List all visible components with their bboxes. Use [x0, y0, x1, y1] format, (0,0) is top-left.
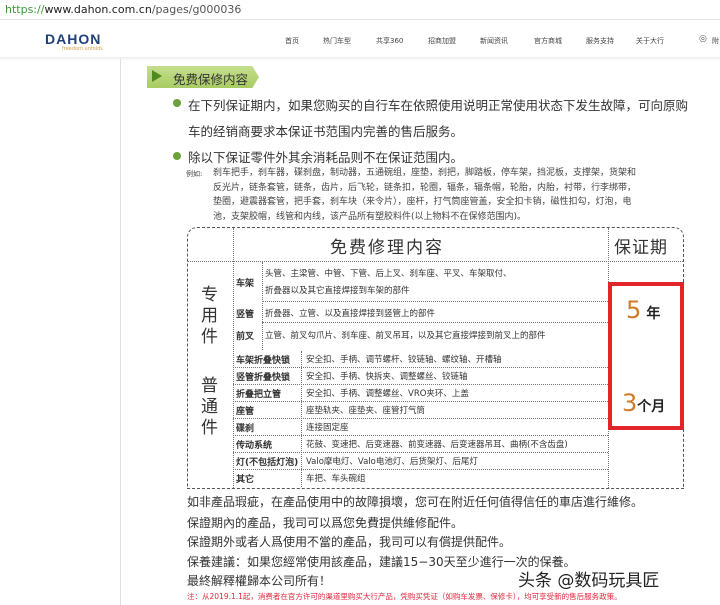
nav-support[interactable]: 服务支持 [586, 36, 614, 46]
row-text: 折叠器以及其它直接焊接到车架的部件 [265, 286, 410, 296]
table-row: 竖管折叠快锁 安全扣、手柄、快拆夹、调整螺丝、铰链轴 [233, 368, 608, 385]
nav-hot-models[interactable]: 热门车型 [323, 36, 351, 46]
location-label[interactable]: 附 [712, 36, 719, 46]
row-label: 传动系统 [236, 441, 273, 451]
row-text: 立管、前叉勾爪片、刹车座、前叉吊耳，以及其它直接焊接到前叉上的部件 [265, 331, 546, 341]
table-row: 灯(不包括灯泡) Valo摩电灯、Valo电池灯、后货架灯、后尾灯 [233, 453, 608, 470]
row-label: 竖管折叠快锁 [236, 373, 291, 383]
example-label: 例如: [186, 170, 203, 178]
nav-home[interactable]: 首页 [285, 36, 299, 46]
table-row: 车架折叠快锁 安全扣、手柄、调节螺杆、铰链轴、螺纹轴、开槽轴 [233, 351, 608, 368]
period-3-months: 3个月 [622, 389, 666, 417]
row-text: 折叠器、立管、以及直接焊接到竖管上的部件 [265, 309, 436, 319]
header-period: 保证期 [614, 238, 668, 258]
row-text: 车把、车头碗组 [306, 474, 366, 484]
row-label: 车架折叠快锁 [236, 356, 291, 366]
watermark: 头条 @数码玩具匠 [518, 571, 660, 591]
row-label: 车架 [236, 279, 255, 289]
footer-line: 保證期外或者人爲使用不當的產品，我司可以有償提供配件。 [187, 535, 512, 549]
row-label: 其它 [236, 475, 255, 485]
row-label: 前叉 [236, 332, 255, 342]
footer-line: 保證期內的產品，我司可以爲您免費提供維修配件。 [187, 516, 464, 530]
row-label: 折叠把立管 [236, 390, 282, 400]
row-label: 碟刹 [236, 424, 255, 434]
group-special: 专用件 [201, 285, 218, 347]
row-text: 头管、主梁管、中管、下管、后上叉、刹车座、平叉、车架取付、 [265, 269, 512, 279]
nav-store[interactable]: 官方商城 [534, 36, 562, 46]
row-label: 灯(不包括灯泡) [236, 458, 299, 468]
row-label: 竖管 [236, 310, 255, 320]
table-row: 其它 车把、车头碗组 [233, 470, 608, 487]
table-row: 座管 座垫轨夹、座垫夹、座管打气筒 [233, 402, 608, 419]
group-common: 普通件 [201, 376, 218, 438]
section-title: 免费保修内容 [173, 72, 249, 87]
url-text[interactable]: https://www.dahon.com.cn/pages/g000036 [5, 3, 241, 16]
nav-franchise[interactable]: 招商加盟 [428, 36, 456, 46]
table-row: 传动系统 花鼓、变速把、后变速器、前变速器、后变速器吊耳、曲柄(不含齿盘) [233, 436, 608, 453]
row-text: 安全扣、手柄、调节螺杆、铰链轴、螺纹轴、开槽轴 [306, 355, 502, 365]
row-text: 连接固定座 [306, 423, 349, 433]
row-text: 安全扣、手柄、快拆夹、调整螺丝、铰链轴 [306, 372, 468, 382]
row-text: Valo摩电灯、Valo电池灯、后货架灯、后尾灯 [306, 457, 478, 467]
table-row: 折叠把立管 安全扣、手柄、调整螺丝、VRO夹环、上盖 [233, 385, 608, 402]
example-line: 垫圈，避震器套管，把手套，刹车块（来令片），座杆，打气筒座管盖，安全扣卡销，磁性… [213, 197, 632, 207]
location-icon[interactable]: ◎ [699, 34, 707, 44]
dahon-logo[interactable]: DAHON [45, 31, 101, 47]
bullet-text-cont: 车的经销商要求本保证书范围内完善的售后服务。 [188, 124, 464, 139]
period-5-years: 5 年 [626, 296, 661, 324]
nav-share360[interactable]: 共享360 [376, 36, 403, 46]
example-line: 反光片，链条套管，链条，齿片，后飞轮，链条扣，轮圈，辐条，辐条帽，轮胎，内胎，衬… [213, 182, 637, 193]
content-divider [120, 59, 121, 605]
table-row: 碟刹 连接固定座 [233, 419, 608, 436]
row-label: 座管 [236, 407, 255, 417]
logo-tagline: freedom unfolds [62, 46, 103, 52]
row-text: 座垫轨夹、座垫夹、座管打气筒 [306, 406, 426, 416]
example-line: 刹车把手，刹车器，碟刹盘，制动器，五通碗组，座垫，刹把，脚踏板，停车架，挡泥板，… [213, 168, 637, 178]
nav-news[interactable]: 新闻资讯 [480, 36, 508, 46]
footer-line: 最終解釋權歸本公司所有！ [187, 574, 332, 588]
policy-note: 注：从2019.1.1起，消费者在官方许可的渠道里购买大行产品，凭购买凭证（如购… [187, 592, 622, 601]
bullet-text: 除以下保证零件外其余消耗品则不在保证范围内。 [188, 150, 464, 165]
bullet-icon [173, 152, 181, 160]
footer-line: 如非產品瑕疵，在產品使用中的故障損壞，您可在附近任何值得信任的車店進行維修。 [187, 495, 644, 509]
row-text: 花鼓、变速把、后变速器、前变速器、后变速器吊耳、曲柄(不含齿盘) [306, 440, 568, 450]
play-arrow-icon [152, 70, 162, 82]
header-content: 免费修理内容 [330, 238, 444, 258]
nav-about[interactable]: 关于大行 [636, 36, 664, 46]
bullet-text: 在下列保证期内，如果您购买的自行车在依照使用说明正常使用状态下发生故障，可向原购 [188, 98, 689, 113]
row-text: 安全扣、手柄、调整螺丝、VRO夹环、上盖 [306, 389, 469, 399]
bullet-icon [173, 99, 181, 107]
example-line: 池，支架胶帽，线管和内线，该产品所有塑胶料件(以上物料不在保修范围内)。 [213, 211, 527, 222]
